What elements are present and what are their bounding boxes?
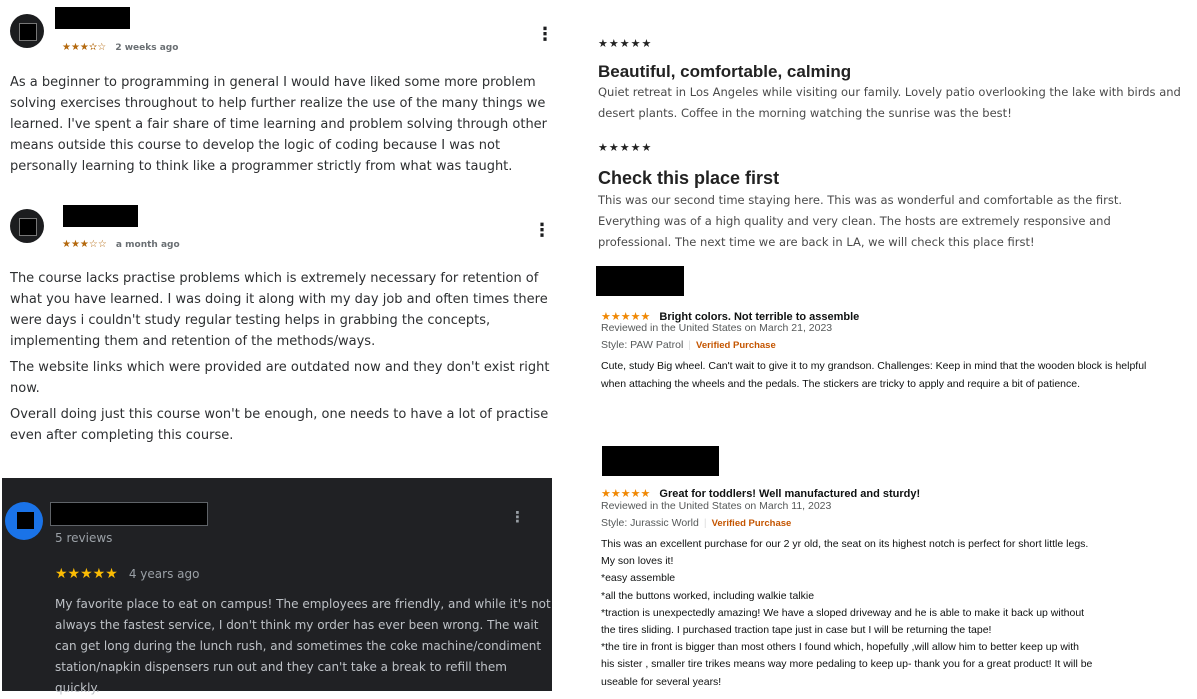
reviews-count: 5 reviews — [55, 531, 113, 545]
star-rating: ★★★★★ — [601, 487, 651, 500]
star-rating: ★★★★★ — [598, 141, 653, 154]
review-title: Check this place first — [598, 168, 780, 188]
review-line: *the tire in front is bigger than most o… — [601, 641, 1079, 654]
product-style[interactable]: Style: PAW Patrol — [601, 339, 683, 351]
review-text: This was an excellent purchase for our 2… — [601, 536, 1092, 691]
review-line: *traction is unexpectedly amazing! We ha… — [601, 606, 1085, 619]
review-title[interactable]: Great for toddlers! Well manufactured an… — [659, 488, 920, 500]
review-title: Beautiful, comfortable, calming — [598, 62, 852, 81]
review-text: As a beginner to programming in general … — [10, 75, 548, 174]
review-line: *all the buttons worked, including walki… — [601, 589, 815, 602]
star-rating: ★★★☆☆ — [62, 239, 107, 250]
verified-purchase-badge: Verified Purchase — [696, 340, 776, 351]
review-time: 2 weeks ago — [115, 43, 179, 53]
style-row: Style: PAW Patrol | Verified Purchase — [601, 339, 776, 351]
style-row: Style: Jurassic World | Verified Purchase — [601, 517, 792, 529]
rating-row: ★★★☆☆ a month ago — [62, 232, 180, 251]
reviewer-name-redacted — [602, 446, 719, 476]
reviewer-name-redacted — [63, 205, 138, 227]
review-text: My favorite place to eat on campus! The … — [55, 597, 551, 695]
rating-row: ★★★★★ 4 years ago — [55, 563, 199, 582]
review-date: Reviewed in the United States on March 1… — [601, 500, 832, 512]
review-line: This was an excellent purchase for our 2… — [601, 538, 1089, 550]
rating-row: ★★★★★ Great for toddlers! Well manufactu… — [601, 482, 920, 501]
review-line: the tires sliding. I purchased traction … — [601, 624, 992, 637]
reviewer-avatar — [10, 209, 44, 243]
review-text: Overall doing just this course won't be … — [10, 407, 549, 443]
reviewer-name-redacted — [50, 502, 208, 526]
star-rating: ★★★★★ — [598, 37, 653, 50]
star-rating: ★★★✫☆ — [62, 42, 107, 53]
more-options-icon[interactable]: ⋮ — [536, 26, 554, 44]
rating-row: ★★★✫☆ 2 weeks ago — [62, 35, 178, 54]
reviewer-avatar — [5, 502, 43, 540]
more-options-icon[interactable]: ⋮ — [533, 222, 551, 240]
review-time: 4 years ago — [128, 567, 200, 581]
product-style[interactable]: Style: Jurassic World — [601, 517, 699, 529]
reviewer-avatar — [10, 14, 44, 48]
review-text: The course lacks practise problems which… — [10, 271, 548, 349]
review-line: his sister , smaller tire trikes means w… — [601, 658, 1093, 671]
review-line: My son loves it! — [601, 555, 674, 568]
review-time: a month ago — [115, 240, 180, 250]
review-date: Reviewed in the United States on March 2… — [601, 322, 833, 334]
review-text: The website links which were provided ar… — [10, 360, 550, 396]
star-rating: ★★★★★ — [55, 566, 118, 582]
review-text: Quiet retreat in Los Angeles while visit… — [598, 85, 1181, 120]
review-line: *easy assemble — [601, 572, 676, 585]
reviewer-name-redacted — [596, 266, 684, 296]
more-options-icon[interactable]: ⋮ — [510, 510, 525, 525]
reviewer-name-redacted — [55, 7, 130, 29]
verified-purchase-badge: Verified Purchase — [711, 518, 792, 529]
review-text: Cute, study Big wheel. Can't wait to giv… — [601, 360, 1147, 390]
review-text: This was our second time staying here. T… — [598, 193, 1123, 249]
review-line: useable for several years! — [601, 675, 722, 688]
